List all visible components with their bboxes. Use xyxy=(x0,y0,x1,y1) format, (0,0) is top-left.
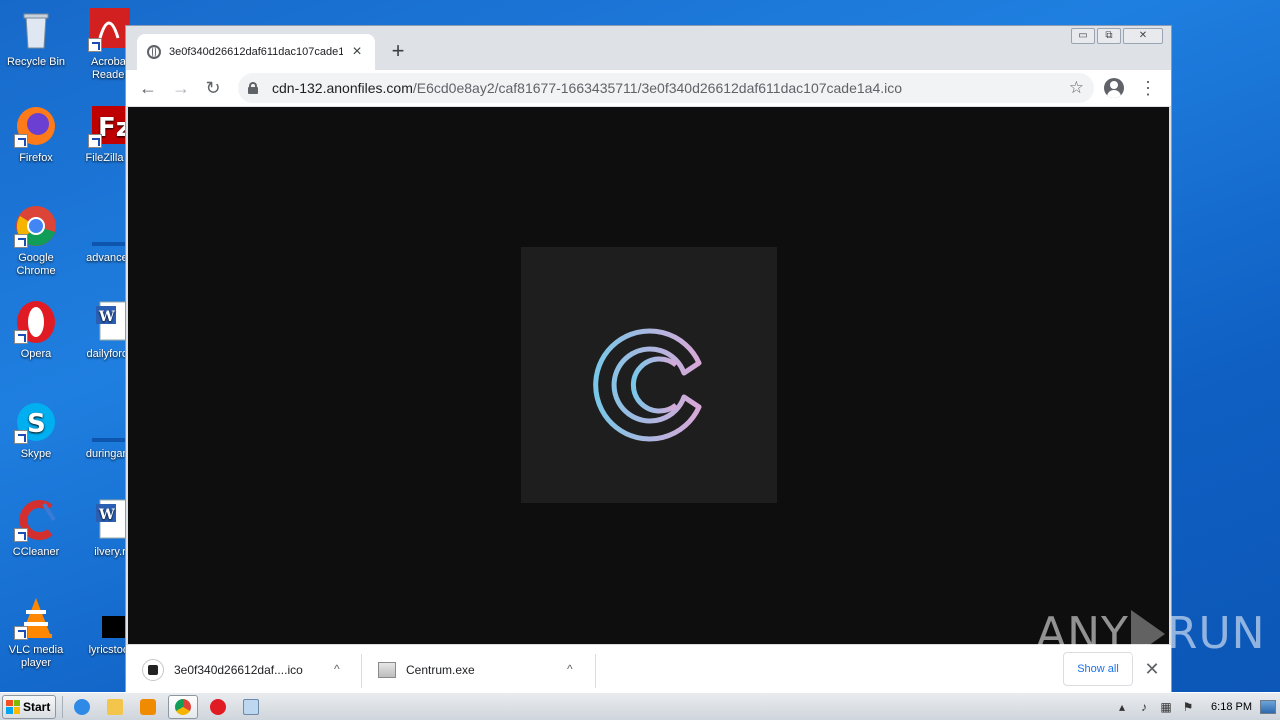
tab-close-icon[interactable]: × xyxy=(349,44,365,60)
chevron-up-icon[interactable]: ^ xyxy=(334,662,340,676)
taskbar: Start ▴ ♪ ▦ ⚑ 6:18 PM xyxy=(0,692,1280,720)
desktop-icon-vlc[interactable]: VLC media player xyxy=(0,596,72,670)
reload-button[interactable]: ↻ xyxy=(199,74,227,102)
start-label: Start xyxy=(23,699,51,714)
address-bar[interactable]: cdn-132.anonfiles.com/E6cd0e8ay2/caf8167… xyxy=(238,73,1094,103)
start-button[interactable]: Start xyxy=(2,694,56,719)
window-controls: ▭ ⧉ ✕ xyxy=(1071,28,1163,44)
desktop-icon-ccleaner[interactable]: CCleaner xyxy=(0,498,72,559)
url-host: cdn-132.anonfiles.com xyxy=(272,80,413,96)
clock[interactable]: 6:18 PM xyxy=(1211,701,1252,713)
browser-menu-icon[interactable]: ⋮ xyxy=(1138,74,1158,102)
taskbar-ie[interactable] xyxy=(69,695,95,719)
desktop-icon-chrome[interactable]: Google Chrome xyxy=(0,204,72,278)
taskbar-chrome[interactable] xyxy=(168,694,198,719)
forward-button[interactable]: → xyxy=(167,74,195,102)
show-desktop-button[interactable] xyxy=(1260,699,1276,714)
firefox-icon xyxy=(14,104,58,148)
exe-icon xyxy=(378,662,396,678)
svg-text:S: S xyxy=(27,409,46,439)
centrum-logo-icon xyxy=(593,328,702,442)
download-item-ico[interactable]: 3e0f340d26612daf....ico ^ xyxy=(126,652,362,688)
file-icon xyxy=(142,659,164,681)
watermark-left: ANY xyxy=(1036,608,1129,659)
taskbar-media-player[interactable] xyxy=(135,695,161,719)
url-text[interactable]: cdn-132.anonfiles.com/E6cd0e8ay2/caf8167… xyxy=(272,80,1063,96)
globe-icon xyxy=(147,45,161,59)
bookmark-star-icon[interactable]: ☆ xyxy=(1069,78,1084,98)
chrome-icon xyxy=(14,204,58,248)
desktop-icon-skype[interactable]: S Skype xyxy=(0,400,72,461)
system-tray: ▴ ♪ ▦ ⚑ xyxy=(1109,695,1201,719)
ico-image xyxy=(521,247,777,503)
desktop-icon-firefox[interactable]: Firefox xyxy=(0,104,72,165)
taskbar-explorer[interactable] xyxy=(102,695,128,719)
desktop-icon-recycle-bin[interactable]: Recycle Bin xyxy=(0,8,72,69)
download-item-exe[interactable]: Centrum.exe ^ xyxy=(362,652,596,688)
tab-strip: 3e0f340d26612daf611dac107cade1a4.ico × +… xyxy=(126,26,1171,70)
maximize-button[interactable]: ⧉ xyxy=(1097,28,1121,44)
opera-icon xyxy=(210,698,226,715)
chrome-icon xyxy=(175,698,191,715)
windows-logo-icon xyxy=(6,699,20,714)
media-player-icon xyxy=(140,698,156,715)
download-name: 3e0f340d26612daf....ico xyxy=(174,663,303,677)
show-hidden-icons-icon[interactable]: ▴ xyxy=(1115,700,1129,714)
new-tab-button[interactable]: + xyxy=(386,40,410,64)
back-button[interactable]: ← xyxy=(134,74,162,102)
chrome-window: 3e0f340d26612daf611dac107cade1a4.ico × +… xyxy=(125,25,1172,694)
volume-icon[interactable]: ♪ xyxy=(1137,700,1151,714)
lock-icon[interactable] xyxy=(248,82,258,94)
taskbar-notepad[interactable] xyxy=(238,695,264,719)
ccleaner-icon xyxy=(14,498,58,542)
anyrun-watermark: ANY RUN xyxy=(1036,608,1266,659)
chevron-up-icon[interactable]: ^ xyxy=(567,662,573,676)
recycle-bin-icon xyxy=(14,8,58,52)
network-icon[interactable]: ▦ xyxy=(1159,700,1173,714)
download-name: Centrum.exe xyxy=(406,663,475,677)
minimize-button[interactable]: ▭ xyxy=(1071,28,1095,44)
desktop-icon-opera[interactable]: Opera xyxy=(0,300,72,361)
action-center-flag-icon[interactable]: ⚑ xyxy=(1181,700,1195,714)
profile-avatar-icon[interactable] xyxy=(1104,78,1124,98)
folder-icon xyxy=(107,698,123,715)
browser-toolbar: ← → ↻ cdn-132.anonfiles.com/E6cd0e8ay2/c… xyxy=(126,70,1171,106)
close-downloads-icon[interactable]: ✕ xyxy=(1142,657,1162,681)
url-path: /E6cd0e8ay2/caf81677-1663435711/3e0f340d… xyxy=(412,80,903,96)
watermark-right: RUN xyxy=(1166,608,1266,659)
opera-icon xyxy=(14,300,58,344)
taskbar-opera[interactable] xyxy=(205,695,231,719)
svg-text:W: W xyxy=(98,309,115,325)
downloads-bar: 3e0f340d26612daf....ico ^ Centrum.exe ^ … xyxy=(126,644,1171,694)
vlc-icon xyxy=(14,596,58,640)
skype-icon: S xyxy=(14,400,58,444)
svg-text:W: W xyxy=(98,507,115,523)
notepad-icon xyxy=(243,698,259,715)
internet-explorer-icon xyxy=(74,698,90,715)
play-icon xyxy=(1130,609,1165,658)
window-close-button[interactable]: ✕ xyxy=(1123,28,1163,44)
tab-title: 3e0f340d26612daf611dac107cade1a4.ico xyxy=(169,46,343,58)
tab-active[interactable]: 3e0f340d26612daf611dac107cade1a4.ico × xyxy=(137,34,375,70)
page-viewport xyxy=(128,107,1169,644)
